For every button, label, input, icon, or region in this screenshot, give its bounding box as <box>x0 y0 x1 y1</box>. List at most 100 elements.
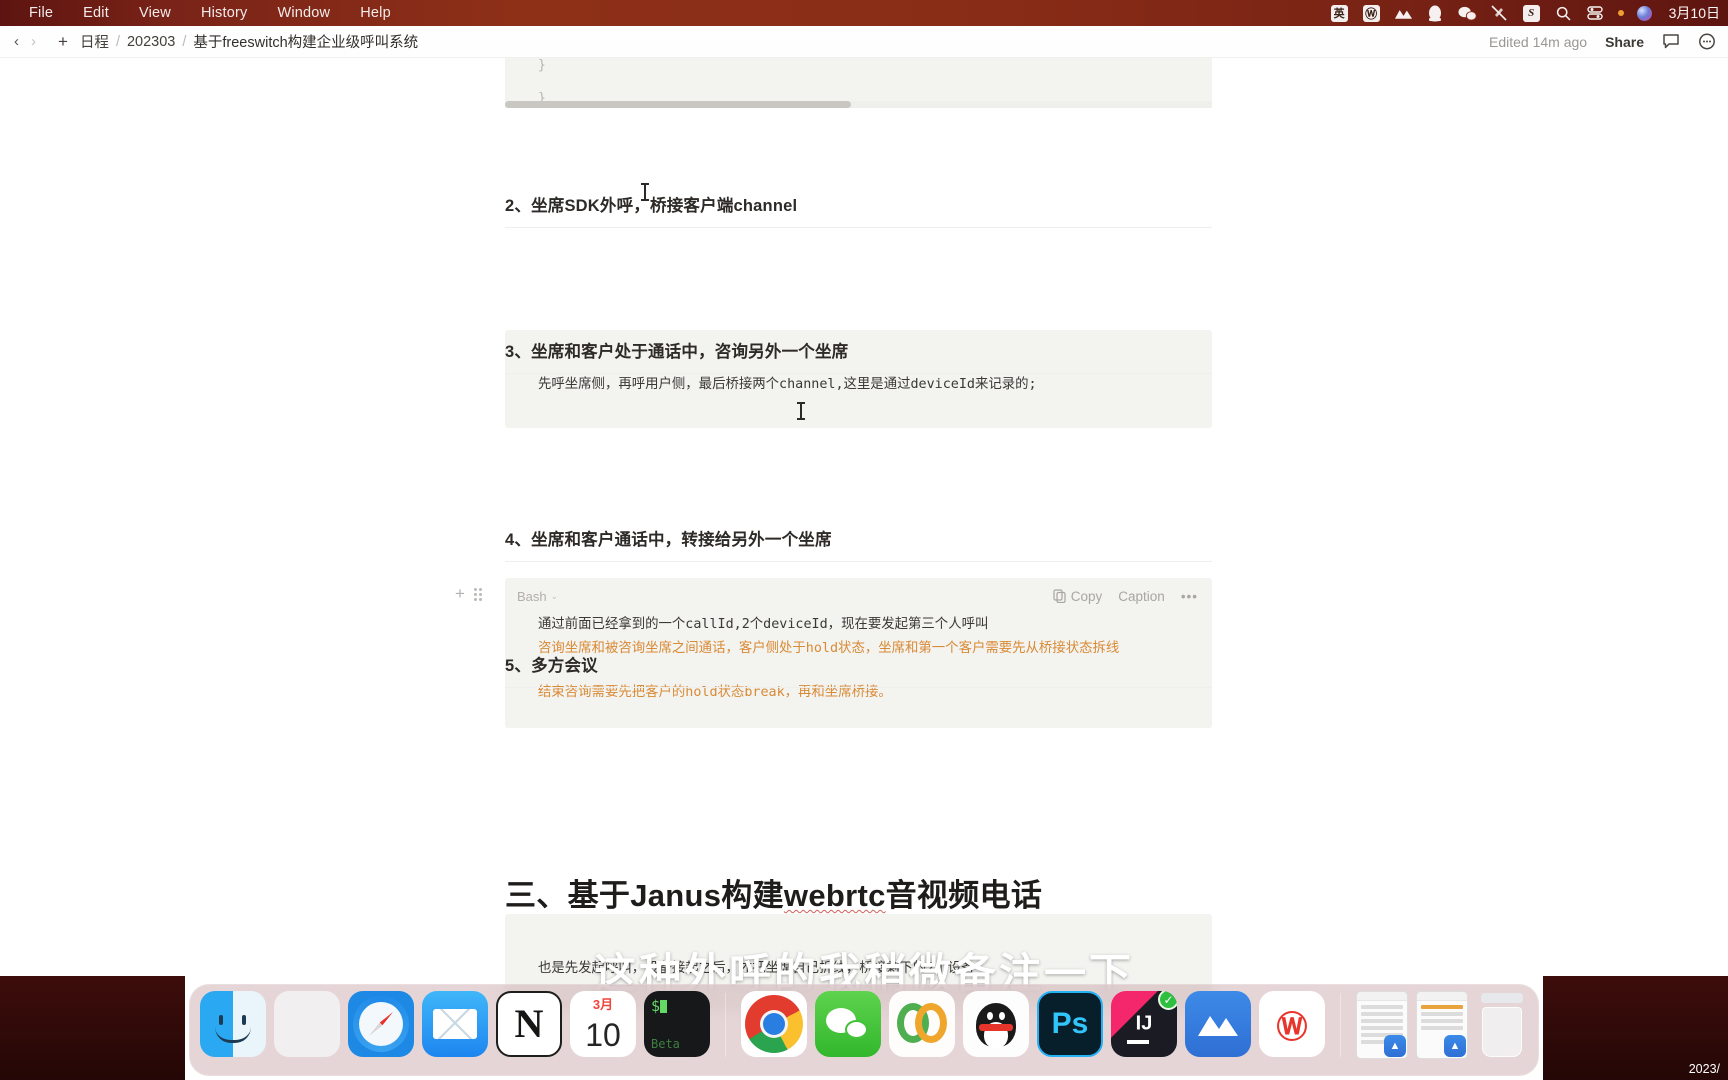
dock-photoshop[interactable]: Ps <box>1037 991 1103 1057</box>
siri-icon[interactable] <box>1636 5 1652 21</box>
update-available-badge: ✓ <box>1158 991 1177 1010</box>
app-header-bar: ‹ › + 日程 / 202303 / 基于freeswitch构建企业级呼叫系… <box>0 26 1728 58</box>
section-divider <box>505 373 1212 374</box>
comment-icon[interactable] <box>1662 33 1680 50</box>
intellij-underline-icon <box>1127 1040 1149 1044</box>
navigation-arrows: ‹ › <box>0 33 36 50</box>
dock-cloud[interactable] <box>1185 991 1251 1057</box>
code-more-button[interactable]: ••• <box>1181 589 1198 604</box>
mini-window-titlebar <box>1357 992 1407 1001</box>
menu-file[interactable]: File <box>14 5 68 21</box>
breadcrumb-item-current-page[interactable]: 基于freeswitch构建企业级呼叫系统 <box>193 31 418 52</box>
section-heading[interactable]: 2、坐席SDK外呼，桥接客户端channel <box>505 192 1212 216</box>
menu-help[interactable]: Help <box>345 5 406 21</box>
mini-window-titlebar <box>1417 992 1467 1001</box>
recording-timestamp: 2023/ <box>1688 1062 1720 1076</box>
cloud-app-icon: ▲ <box>1444 1035 1466 1057</box>
section-heading[interactable]: 3、坐席和客户处于通话中，咨询另外一个坐席 <box>505 338 1212 362</box>
chrome-center-icon <box>763 1013 785 1035</box>
sogou-tray-icon[interactable]: S <box>1522 4 1541 23</box>
menu-window[interactable]: Window <box>262 5 345 21</box>
dock-migu[interactable] <box>889 991 955 1057</box>
breadcrumb-item-calendar[interactable]: 日程 <box>80 31 109 52</box>
qq-penguin-eye-icon <box>987 1012 993 1020</box>
dock-qq[interactable] <box>963 991 1029 1057</box>
control-center-icon[interactable] <box>1586 4 1605 23</box>
dock-launchpad[interactable] <box>274 991 340 1057</box>
section-divider <box>505 687 1212 688</box>
section-4-heading-row: 4、坐席和客户通话中，转接给另外一个坐席 <box>505 526 1212 562</box>
breadcrumb-separator: / <box>182 33 187 50</box>
dock-calendar[interactable]: 3月 10 <box>570 991 636 1057</box>
copy-icon <box>1053 589 1066 603</box>
notification-dot-icon <box>1617 10 1624 16</box>
menu-history[interactable]: History <box>186 5 263 21</box>
more-options-icon[interactable] <box>1698 33 1716 50</box>
migu-ring-orange-icon <box>915 1003 947 1043</box>
document-page: } } 2、坐席SDK外呼，桥接客户端channel 先呼坐席侧，再呼用户侧，最… <box>0 58 1728 1012</box>
dock-chrome[interactable] <box>741 991 807 1057</box>
caption-label: Caption <box>1118 588 1165 604</box>
dock-mail[interactable] <box>422 991 488 1057</box>
qq-tray-icon[interactable] <box>1426 4 1445 23</box>
mountain-icon <box>1198 1016 1238 1036</box>
dock-minimized-window-2[interactable]: ▲ <box>1416 991 1468 1059</box>
dock-trash[interactable] <box>1476 991 1528 1057</box>
section-divider <box>505 227 1212 228</box>
code-horizontal-scrollbar[interactable] <box>505 101 1212 108</box>
dock-safari[interactable] <box>348 991 414 1057</box>
chevron-down-icon: ⌄ <box>550 590 559 601</box>
code-block-toolbar: Bash ⌄ Copy Caption ••• <box>505 586 1212 606</box>
caption-button[interactable]: Caption <box>1118 589 1165 604</box>
back-arrow-icon[interactable]: ‹ <box>14 33 19 50</box>
trash-can-icon <box>1482 1007 1522 1057</box>
breadcrumb-item-202303[interactable]: 202303 <box>127 34 175 50</box>
section-heading[interactable]: 4、坐席和客户通话中，转接给另外一个坐席 <box>505 526 1212 550</box>
dock-intellij[interactable]: IJ ✓ <box>1111 991 1177 1057</box>
copy-label: Copy <box>1070 588 1103 604</box>
dock-notion[interactable]: N <box>496 991 562 1057</box>
dock-background-left <box>0 976 185 1080</box>
dock-terminal[interactable]: $ Beta <box>644 991 710 1057</box>
code-toolbar-actions: Copy Caption ••• <box>1053 589 1198 604</box>
intellij-initials-label: IJ <box>1135 1012 1153 1035</box>
chapter-heading[interactable]: 三、基于Janus构建webrtc音视频电话 <box>505 870 1212 915</box>
breadcrumb: 日程 / 202303 / 基于freeswitch构建企业级呼叫系统 <box>68 31 418 52</box>
dock-minimized-window-1[interactable]: ▲ <box>1356 991 1408 1059</box>
dock-finder[interactable] <box>200 991 266 1057</box>
code-line: } <box>538 58 546 73</box>
qq-penguin-eye-icon <box>999 1012 1005 1020</box>
search-icon[interactable] <box>1554 4 1573 23</box>
block-handles: + <box>455 584 482 604</box>
dock-wps[interactable]: Ⓦ <box>1259 991 1325 1057</box>
wps-tray-icon[interactable]: Ⓦ <box>1362 4 1381 23</box>
share-button[interactable]: Share <box>1605 34 1644 50</box>
drag-handle-icon[interactable] <box>473 587 482 601</box>
code-block-top[interactable]: } } <box>505 58 1212 108</box>
trash-lid-icon <box>1481 993 1523 1003</box>
menubar-clock[interactable]: 3月10日 <box>1665 3 1720 23</box>
microphone-muted-icon[interactable] <box>1490 4 1509 23</box>
quote-text: 先呼坐席侧，再呼用户侧，最后桥接两个channel,这里是通过deviceId来… <box>538 377 1037 392</box>
wechat-tray-icon[interactable] <box>1458 4 1477 23</box>
code-language-selector[interactable]: Bash ⌄ <box>517 589 558 604</box>
dock-wechat[interactable] <box>815 991 881 1057</box>
menu-view[interactable]: View <box>124 5 186 21</box>
add-block-icon[interactable]: + <box>455 584 465 604</box>
section-3-heading-row: 3、坐席和客户处于通话中，咨询另外一个坐席 <box>505 338 1212 374</box>
code-line: 通过前面已经拿到的一个callId,2个deviceId，现在要发起第三个人呼叫 <box>538 617 989 632</box>
copy-button[interactable]: Copy <box>1053 588 1103 604</box>
mouse-text-cursor <box>797 402 804 420</box>
breadcrumb-separator: / <box>115 33 120 50</box>
mini-window-content <box>1417 1001 1467 1030</box>
input-method-chinese-icon[interactable]: 英 <box>1330 4 1349 23</box>
chapter-heading-row: 三、基于Janus构建webrtc音视频电话 <box>505 870 1212 915</box>
document-canvas[interactable]: } } 2、坐席SDK外呼，桥接客户端channel 先呼坐席侧，再呼用户侧，最… <box>0 58 1728 1080</box>
menu-edit[interactable]: Edit <box>68 5 124 21</box>
add-page-icon[interactable]: + <box>36 32 68 52</box>
wechat-bubble-small-icon <box>845 1020 868 1039</box>
envelope-icon <box>433 1009 477 1039</box>
section-heading[interactable]: 5、多方会议 <box>505 652 1212 676</box>
mountain-cloud-tray-icon[interactable] <box>1394 4 1413 23</box>
scrollbar-thumb[interactable] <box>505 101 852 108</box>
